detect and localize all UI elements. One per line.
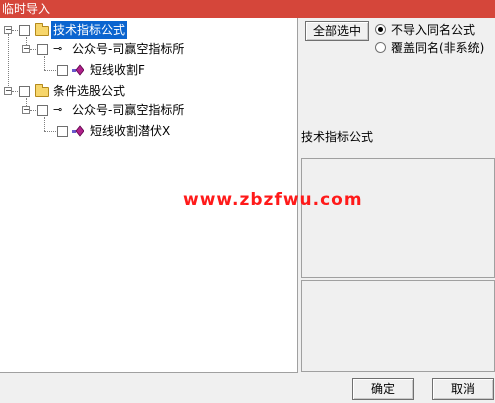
ok-button[interactable]: 确定 (352, 378, 414, 400)
key-icon: ⊸ (53, 42, 63, 55)
tree-item-group[interactable]: − ⊸ 公众号-司赢空指标所 (0, 101, 298, 119)
description-box[interactable] (301, 158, 495, 278)
tree-item-condition-formulas[interactable]: − 条件选股公式 (0, 82, 298, 100)
checkbox[interactable] (57, 126, 68, 137)
gem-icon (72, 64, 84, 76)
skip-duplicates-label[interactable]: 不导入同名公式 (391, 21, 475, 38)
folder-icon (35, 23, 49, 36)
tree-item-formula[interactable]: 短线收割潜伏X (0, 122, 298, 140)
gem-icon (72, 125, 84, 137)
overwrite-duplicates-radio[interactable] (375, 42, 386, 53)
collapse-toggle[interactable]: − (22, 45, 30, 53)
tree-item-tech-formulas[interactable]: − 技术指标公式 (0, 21, 298, 39)
checkbox[interactable] (37, 44, 48, 55)
folder-icon (35, 84, 49, 97)
collapse-toggle[interactable]: − (22, 106, 30, 114)
detail-box[interactable] (301, 280, 495, 372)
watermark-text: www.zbzfwu.com (183, 190, 363, 210)
key-icon: ⊸ (53, 103, 63, 116)
checkbox[interactable] (37, 105, 48, 116)
overwrite-duplicates-label[interactable]: 覆盖同名(非系统) (391, 39, 484, 56)
tree-item-label: 短线收割潜伏X (90, 124, 171, 138)
tree-item-label: 公众号-司赢空指标所 (72, 42, 185, 56)
cancel-button[interactable]: 取消 (432, 378, 494, 400)
select-all-button[interactable]: 全部选中 (305, 21, 369, 41)
tree-item-label: 短线收割F (90, 63, 145, 77)
window-title: 临时导入 (0, 0, 495, 18)
section-label: 技术指标公式 (301, 130, 374, 144)
collapse-toggle[interactable]: − (4, 26, 12, 34)
checkbox[interactable] (19, 25, 30, 36)
tree-item-label: 条件选股公式 (53, 84, 126, 98)
checkbox[interactable] (19, 86, 30, 97)
tree-item-label: 技术指标公式 (51, 21, 128, 39)
tree-item-formula[interactable]: 短线收割F (0, 61, 298, 79)
skip-duplicates-radio[interactable] (375, 24, 386, 35)
dialog-footer: 确定 取消 (0, 373, 495, 403)
tree-item-label: 公众号-司赢空指标所 (72, 103, 185, 117)
collapse-toggle[interactable]: − (4, 87, 12, 95)
checkbox[interactable] (57, 65, 68, 76)
tree-item-group[interactable]: − ⊸ 公众号-司赢空指标所 (0, 40, 298, 58)
